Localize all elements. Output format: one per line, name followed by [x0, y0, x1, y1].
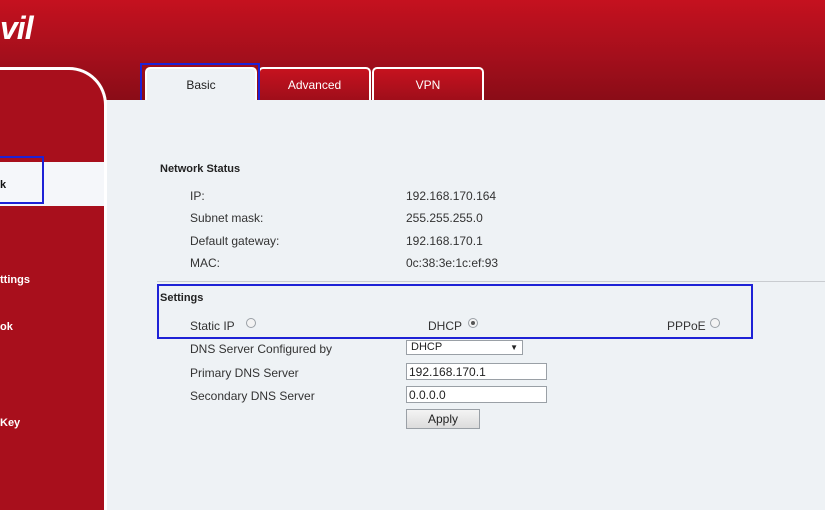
primary-dns-input[interactable]	[406, 363, 547, 380]
dns-configured-by-select[interactable]: DHCP ▼	[406, 340, 523, 355]
mac-value: 0c:38:3e:1c:ef:93	[406, 256, 499, 270]
sidebar: k ttings ok Key	[0, 67, 107, 510]
subnet-mask-value: 255.255.255.0	[406, 211, 483, 225]
gateway-label: Default gateway:	[190, 234, 280, 248]
tab-vpn[interactable]: VPN	[372, 67, 484, 101]
sidebar-item-phonebook[interactable]: ok	[0, 321, 13, 333]
secondary-dns-input[interactable]	[406, 386, 547, 403]
primary-dns-label: Primary DNS Server	[190, 366, 299, 380]
apply-button[interactable]: Apply	[406, 409, 480, 429]
ip-value: 192.168.170.164	[406, 189, 497, 203]
highlight-box-sidebar	[0, 156, 44, 204]
sidebar-item-settings[interactable]: ttings	[0, 274, 30, 286]
network-status-title: Network Status	[160, 163, 241, 175]
sidebar-item-function-key[interactable]: Key	[0, 417, 20, 429]
dns-configured-by-value: DHCP	[411, 341, 443, 353]
subnet-mask-label: Subnet mask:	[190, 211, 264, 225]
secondary-dns-label: Secondary DNS Server	[190, 389, 315, 403]
highlight-box-settings	[157, 284, 753, 339]
mac-label: MAC:	[190, 256, 220, 270]
divider	[157, 281, 825, 282]
chevron-down-icon: ▼	[510, 343, 518, 352]
ip-label: IP:	[190, 189, 205, 203]
tab-advanced[interactable]: Advanced	[258, 67, 371, 101]
brand-logo: vil	[0, 10, 34, 46]
dns-configured-by-label: DNS Server Configured by	[190, 342, 333, 356]
gateway-value: 192.168.170.1	[406, 234, 483, 248]
